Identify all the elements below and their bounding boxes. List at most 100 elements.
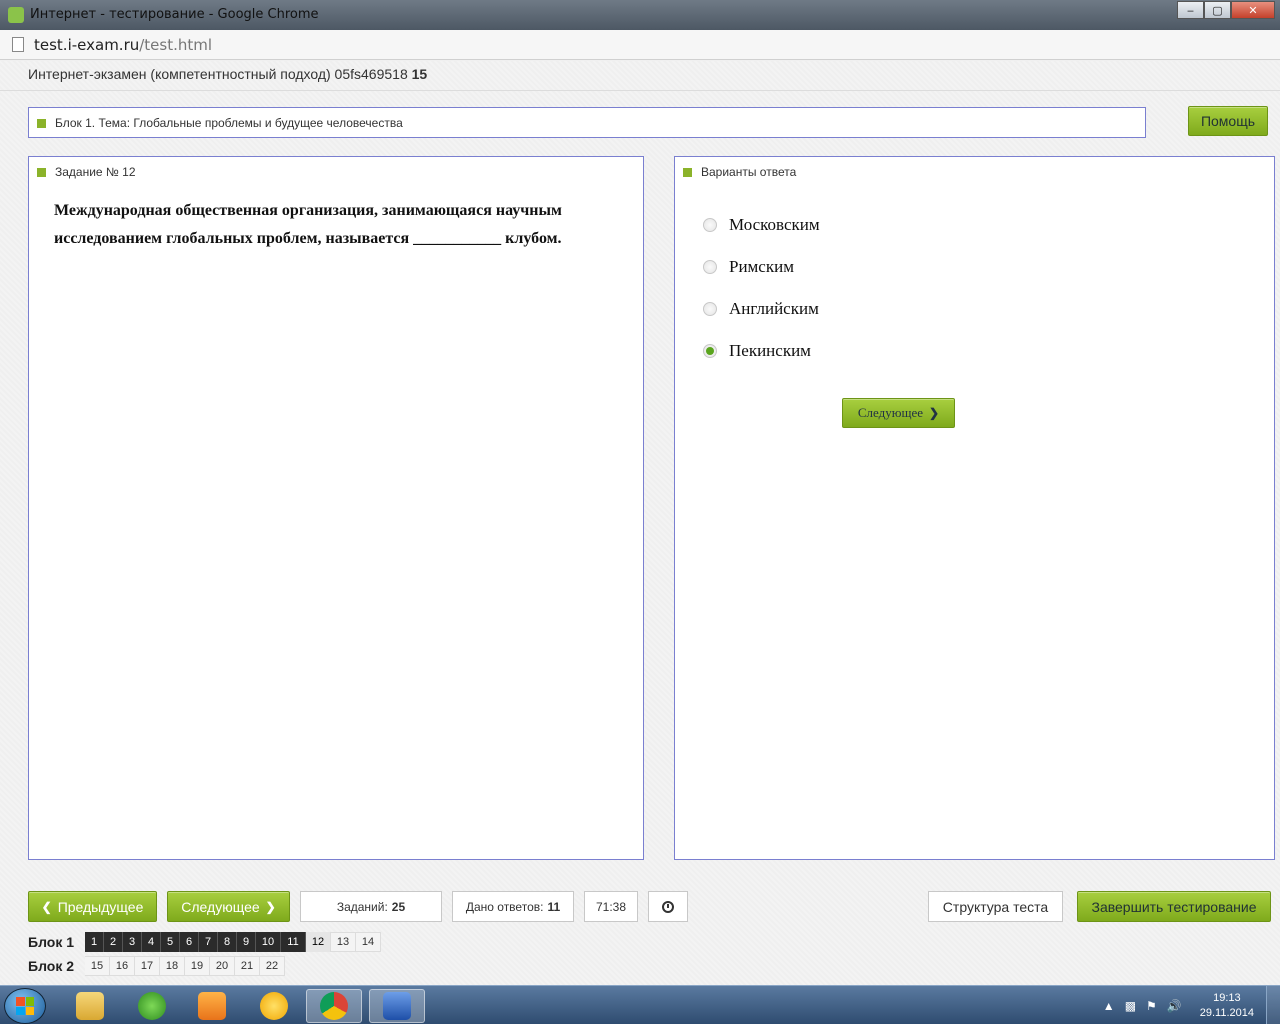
- action-center-flag-icon[interactable]: ⚑: [1146, 999, 1157, 1013]
- clock-date: 29.11.2014: [1199, 1006, 1254, 1019]
- radio-button[interactable]: [703, 260, 717, 274]
- windows-taskbar: ▲ ▩ ⚑ 🔊 19:13 29.11.2014: [0, 985, 1280, 1024]
- utorrent-icon: [138, 992, 166, 1020]
- question-nav-item[interactable]: 21: [235, 956, 260, 976]
- tasks-count-label: Заданий:: [336, 899, 388, 914]
- answers-label: Варианты ответа: [701, 165, 797, 179]
- question-nav-item[interactable]: 6: [180, 932, 199, 952]
- exam-page: Интернет-экзамен (компетентностный подхо…: [0, 61, 1280, 985]
- answer-label[interactable]: Английским: [729, 299, 819, 319]
- answers-panel: Варианты ответа Московским Римским Англи…: [674, 156, 1275, 860]
- taskbar-mail-agent[interactable]: [246, 989, 302, 1023]
- timer-display: 71:38: [584, 891, 638, 922]
- mail-agent-icon: [260, 992, 288, 1020]
- volume-icon[interactable]: 🔊: [1167, 999, 1182, 1013]
- question-nav-item[interactable]: 22: [260, 956, 285, 976]
- question-nav-item[interactable]: 9: [237, 932, 256, 952]
- question-nav-item[interactable]: 7: [199, 932, 218, 952]
- question-nav-item[interactable]: 12: [306, 932, 331, 952]
- previous-button[interactable]: ❮ Предыдущее: [28, 891, 157, 922]
- taskbar-utorrent[interactable]: [124, 989, 180, 1023]
- next-inline-label: Следующее: [857, 405, 924, 420]
- url-domain: test.i-exam.ru: [34, 36, 140, 54]
- question-cells: 1 2 3 4 5 6 7 8 9 10 11 12 13 14: [85, 932, 381, 952]
- tasks-count-box: Заданий: 25: [300, 891, 442, 922]
- taskbar-chrome[interactable]: [306, 989, 362, 1023]
- window-titlebar: Интернет - тестирование - Google Chrome …: [0, 0, 1280, 30]
- answer-label[interactable]: Римским: [729, 257, 794, 277]
- show-desktop-button[interactable]: [1266, 986, 1280, 1024]
- maximize-button[interactable]: ▢: [1204, 1, 1231, 19]
- address-bar[interactable]: test.i-exam.ru/test.html: [0, 30, 1280, 60]
- question-nav-item[interactable]: 10: [256, 932, 281, 952]
- radio-button[interactable]: [703, 218, 717, 232]
- test-structure-button[interactable]: Структура теста: [928, 891, 1063, 922]
- url-path: /test.html: [139, 36, 213, 54]
- bullet-square-icon: [683, 167, 692, 177]
- clock-icon: [662, 900, 674, 913]
- tasks-count-value: 25: [391, 899, 406, 914]
- window-controls: ‒ ▢ ✕: [1177, 1, 1275, 19]
- question-nav-item[interactable]: 14: [356, 932, 381, 952]
- exam-title: Интернет-экзамен (компетентностный подхо…: [28, 66, 427, 82]
- question-nav-item[interactable]: 8: [218, 932, 237, 952]
- question-nav-item[interactable]: 3: [123, 932, 142, 952]
- answers-title: Варианты ответа: [683, 165, 796, 179]
- tray-icons: ▲ ▩ ⚑ 🔊: [1103, 999, 1182, 1013]
- question-nav-item[interactable]: 16: [110, 956, 135, 976]
- answer-option[interactable]: Английским: [703, 299, 819, 319]
- network-icon[interactable]: ▩: [1125, 999, 1136, 1013]
- answered-count-label: Дано ответов:: [465, 899, 544, 914]
- block-label: Блок 2: [28, 958, 75, 974]
- question-nav-item[interactable]: 20: [210, 956, 235, 976]
- bullet-square-icon: [37, 118, 46, 128]
- help-button[interactable]: Помощь: [1188, 106, 1268, 136]
- question-nav-item[interactable]: 13: [331, 932, 356, 952]
- taskbar-clock[interactable]: 19:13 29.11.2014: [1200, 991, 1254, 1021]
- answer-option[interactable]: Московским: [703, 215, 820, 235]
- topic-label: Блок 1. Тема: Глобальные проблемы и буду…: [55, 116, 403, 130]
- header-divider: [0, 90, 1280, 91]
- task-number: Задание № 12: [55, 165, 136, 179]
- start-button[interactable]: [4, 988, 46, 1024]
- answered-count-box: Дано ответов: 11: [452, 891, 574, 922]
- taskbar-word[interactable]: [369, 989, 425, 1023]
- show-hidden-icons-icon[interactable]: ▲: [1103, 999, 1115, 1013]
- close-button[interactable]: ✕: [1231, 1, 1275, 19]
- question-nav-item[interactable]: 2: [104, 932, 123, 952]
- timer-toggle-button[interactable]: [648, 891, 688, 922]
- word-icon: [383, 992, 411, 1020]
- radio-button-checked[interactable]: [703, 344, 717, 358]
- media-player-icon: [198, 992, 226, 1020]
- chevron-left-icon: ❮: [41, 899, 52, 914]
- question-nav-item[interactable]: 4: [142, 932, 161, 952]
- file-explorer-icon: [76, 992, 104, 1020]
- next-question-inline-button[interactable]: Следующее ❯: [842, 398, 955, 428]
- question-nav-item[interactable]: 11: [281, 932, 306, 952]
- question-nav-item[interactable]: 18: [160, 956, 185, 976]
- radio-button[interactable]: [703, 302, 717, 316]
- bullet-square-icon: [37, 167, 46, 177]
- taskbar-file-explorer[interactable]: [62, 989, 118, 1023]
- question-nav-item[interactable]: 19: [185, 956, 210, 976]
- chevron-right-icon: ❯: [929, 405, 940, 420]
- question-nav-item[interactable]: 1: [85, 932, 104, 952]
- previous-label: Предыдущее: [57, 898, 144, 915]
- question-nav-item[interactable]: 5: [161, 932, 180, 952]
- task-title: Задание № 12: [37, 165, 136, 179]
- answer-option-selected[interactable]: Пекинским: [703, 341, 811, 361]
- taskbar-media-player[interactable]: [184, 989, 240, 1023]
- topic-title: Блок 1. Тема: Глобальные проблемы и буду…: [37, 116, 403, 130]
- url-text[interactable]: test.i-exam.ru/test.html: [34, 36, 212, 54]
- question-nav-item[interactable]: 17: [135, 956, 160, 976]
- answer-label[interactable]: Московским: [729, 215, 820, 235]
- finish-test-button[interactable]: Завершить тестирование: [1077, 891, 1271, 922]
- question-nav-item[interactable]: 15: [85, 956, 110, 976]
- answer-label[interactable]: Пекинским: [729, 341, 811, 361]
- next-button[interactable]: Следующее ❯: [167, 891, 290, 922]
- task-panel: Задание № 12 Международная общественная …: [28, 156, 644, 860]
- answer-option[interactable]: Римским: [703, 257, 794, 277]
- page-icon: [12, 37, 24, 52]
- clock-time: 19:13: [1213, 991, 1241, 1004]
- minimize-button[interactable]: ‒: [1177, 1, 1204, 19]
